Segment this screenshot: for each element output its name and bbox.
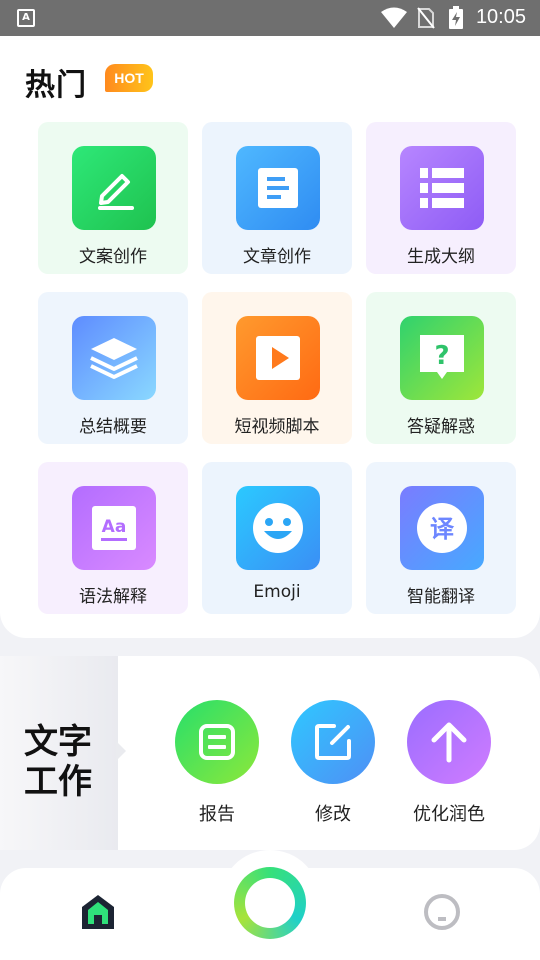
status-bar: A 10:05 <box>0 0 540 36</box>
polish-button[interactable]: 优化润色 <box>391 700 511 840</box>
edit-label: 修改 <box>315 804 351 825</box>
status-time: 10:05 <box>475 6 526 28</box>
tile-label: 生成大纲 <box>407 247 475 267</box>
polish-label: 优化润色 <box>413 804 485 825</box>
tile-label: 语法解释 <box>79 587 147 607</box>
layers-icon <box>72 316 156 400</box>
play-icon <box>236 316 320 400</box>
wifi-icon <box>381 7 407 28</box>
translate-glyph: 译 <box>430 515 455 543</box>
profile-icon[interactable] <box>423 893 461 931</box>
hot-title: 热门 <box>25 68 87 103</box>
tile-label: 智能翻译 <box>407 587 475 607</box>
report-icon <box>175 700 259 784</box>
tile-copywriting[interactable]: 文案创作 <box>38 122 188 274</box>
pencil-icon <box>72 146 156 230</box>
text-work-title: 文字工作 <box>24 722 92 802</box>
tile-emoji[interactable]: Emoji <box>202 462 352 614</box>
document-icon <box>236 146 320 230</box>
app-notification-icon: A <box>17 9 35 27</box>
create-ring-icon[interactable] <box>234 867 306 939</box>
question-bubble-icon: ? <box>400 316 484 400</box>
sidebar-pointer <box>116 741 126 761</box>
grammar-glyph: Aa <box>102 517 127 537</box>
tile-label: 文案创作 <box>79 247 147 267</box>
report-label: 报告 <box>199 804 235 825</box>
report-button[interactable]: 报告 <box>159 700 279 840</box>
edit-button[interactable]: 修改 <box>275 700 395 840</box>
edit-icon <box>291 700 375 784</box>
list-icon <box>400 146 484 230</box>
battery-charging-icon <box>449 6 463 29</box>
text-work-section: 文字工作 报告 修改 优化润色 <box>0 656 540 850</box>
hot-badge: HOT <box>105 64 153 92</box>
tile-article[interactable]: 文章创作 <box>202 122 352 274</box>
tile-label: 短视频脚本 <box>234 417 320 437</box>
hot-section: 热门 HOT 文案创作 文章创作 生成大纲 总结概要 短视频脚本 ? 答疑解惑 … <box>0 36 540 638</box>
question-glyph: ? <box>434 341 449 371</box>
tile-translate[interactable]: 译 智能翻译 <box>366 462 516 614</box>
tile-label: 总结概要 <box>79 417 147 437</box>
translate-icon: 译 <box>400 486 484 570</box>
tile-video-script[interactable]: 短视频脚本 <box>202 292 352 444</box>
tile-outline[interactable]: 生成大纲 <box>366 122 516 274</box>
home-icon[interactable] <box>79 893 117 931</box>
tile-summary[interactable]: 总结概要 <box>38 292 188 444</box>
emoji-icon <box>236 486 320 570</box>
tile-label: 答疑解惑 <box>407 417 475 437</box>
tile-grammar[interactable]: Aa 语法解释 <box>38 462 188 614</box>
no-sim-icon <box>417 7 435 29</box>
tile-qa[interactable]: ? 答疑解惑 <box>366 292 516 444</box>
tile-label: Emoji <box>253 582 301 602</box>
grammar-icon: Aa <box>72 486 156 570</box>
tile-label: 文章创作 <box>243 247 311 267</box>
arrow-up-icon <box>407 700 491 784</box>
